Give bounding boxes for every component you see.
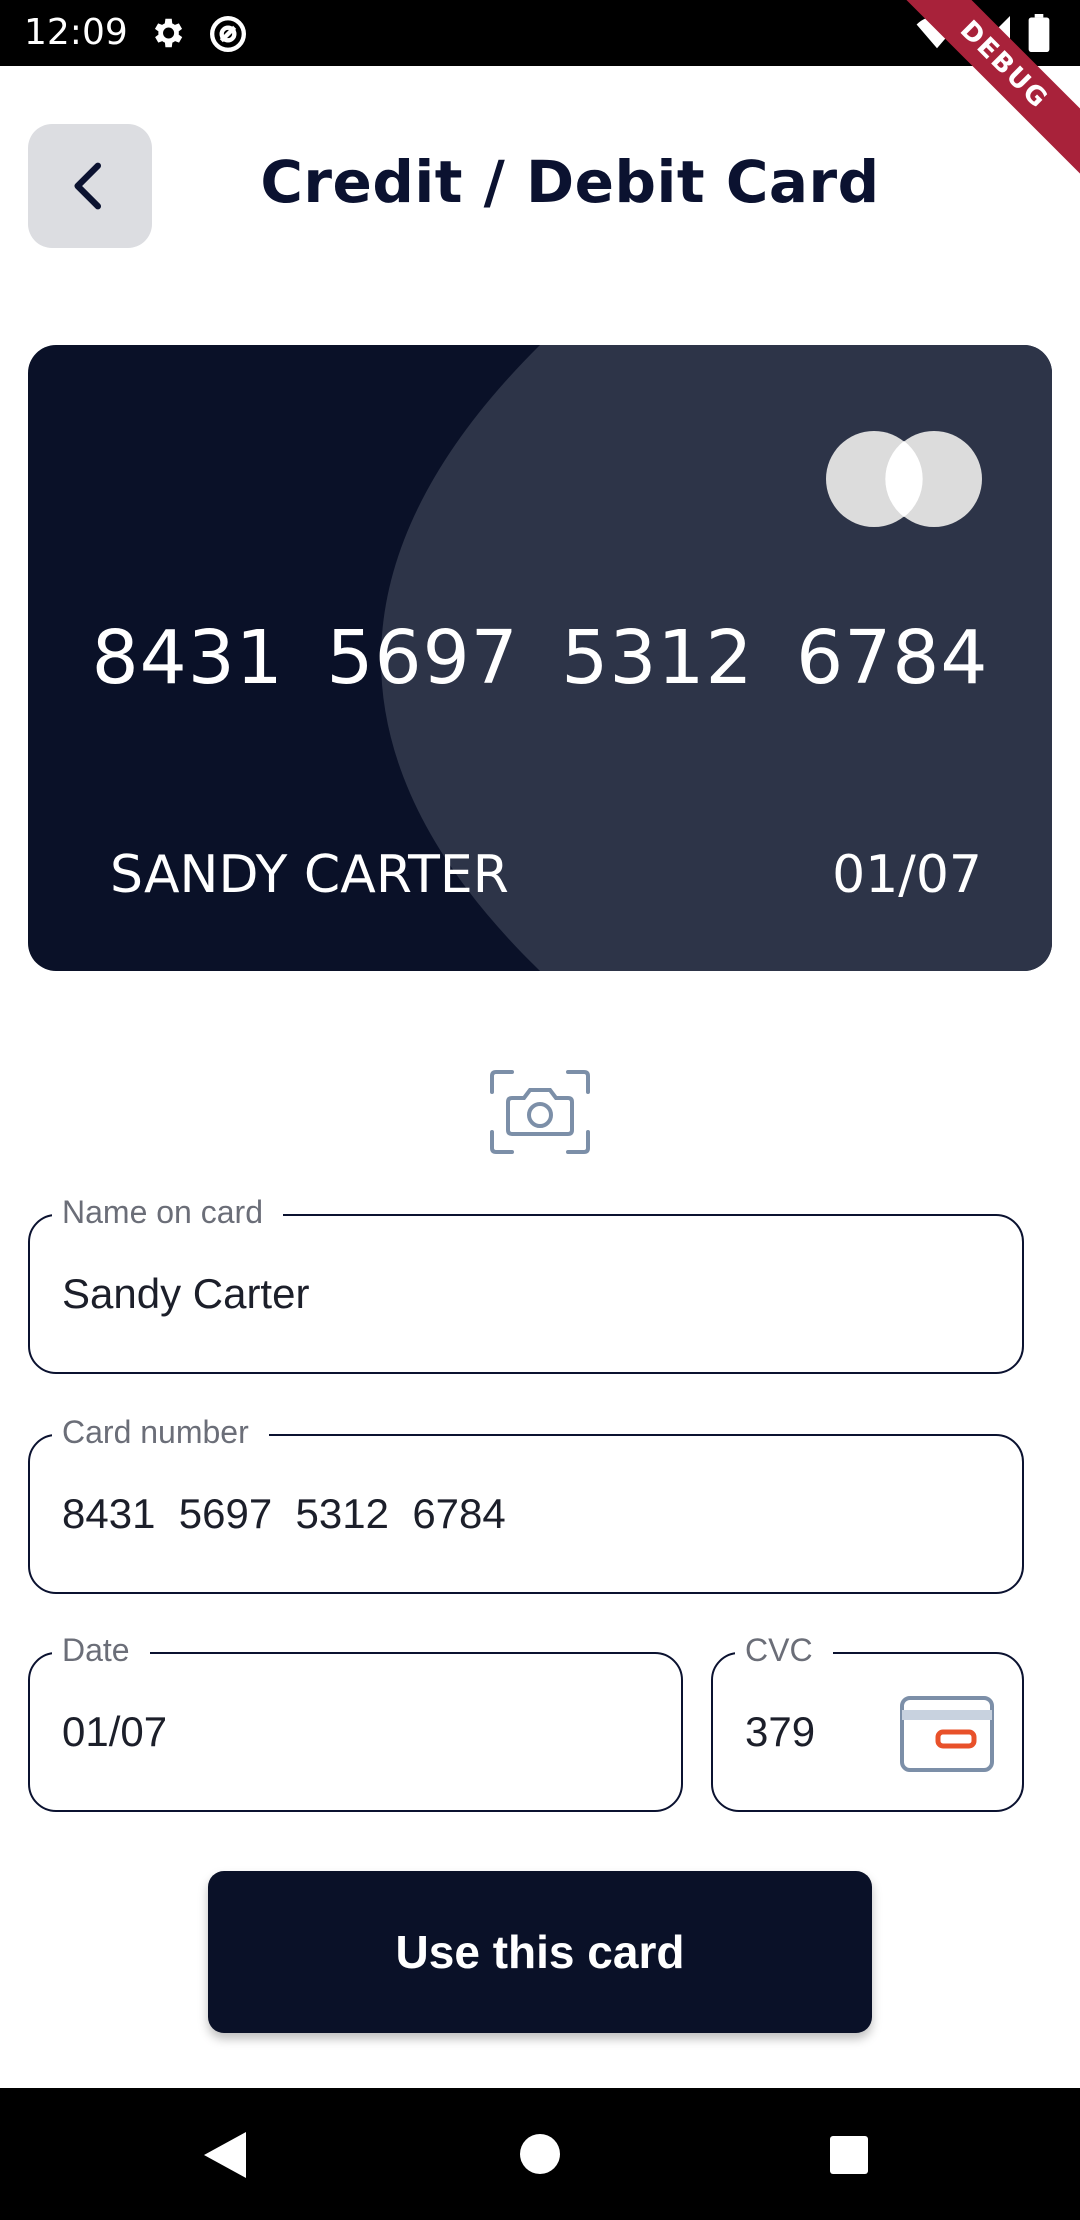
nav-recents-icon[interactable] [830, 2136, 868, 2174]
nav-home-icon[interactable] [520, 2134, 560, 2174]
cvc-label: CVC [735, 1632, 833, 1669]
card-expiry: 01/07 [832, 845, 982, 905]
status-time: 12:09 [24, 12, 128, 53]
mastercard-logo-icon [826, 431, 982, 527]
gear-icon [154, 18, 183, 48]
cvc-value[interactable]: 379 [745, 1708, 815, 1756]
name-on-card-value[interactable]: Sandy Carter [62, 1270, 309, 1318]
name-on-card-field[interactable]: Name on card Sandy Carter [28, 1194, 1024, 1374]
card-number-field[interactable]: Card number 8431 5697 5312 6784 [28, 1414, 1024, 1594]
card-holder-name: SANDY CARTER [110, 845, 509, 905]
card-number: 8431 5697 5312 6784 [91, 615, 989, 701]
at-sign-icon [210, 16, 246, 52]
use-this-card-button[interactable]: Use this card [208, 1871, 872, 2033]
page-title: Credit / Debit Card [260, 148, 880, 216]
card-back-icon [900, 1696, 994, 1772]
name-on-card-label: Name on card [52, 1194, 283, 1231]
back-button[interactable] [28, 124, 152, 248]
date-value[interactable]: 01/07 [62, 1708, 167, 1756]
date-field[interactable]: Date 01/07 [28, 1632, 683, 1812]
cvc-field[interactable]: CVC 379 [711, 1632, 1024, 1812]
chevron-left-icon [74, 162, 102, 210]
card-preview: 8431 5697 5312 6784 SANDY CARTER 01/07 [28, 345, 1052, 971]
card-number-value[interactable]: 8431 5697 5312 6784 [62, 1490, 506, 1538]
system-nav-bar [0, 2088, 1080, 2220]
camera-scan-icon[interactable] [488, 1068, 592, 1156]
date-label: Date [52, 1632, 150, 1669]
nav-back-icon[interactable] [204, 2132, 246, 2178]
battery-icon [1028, 14, 1050, 52]
card-number-label: Card number [52, 1414, 269, 1451]
